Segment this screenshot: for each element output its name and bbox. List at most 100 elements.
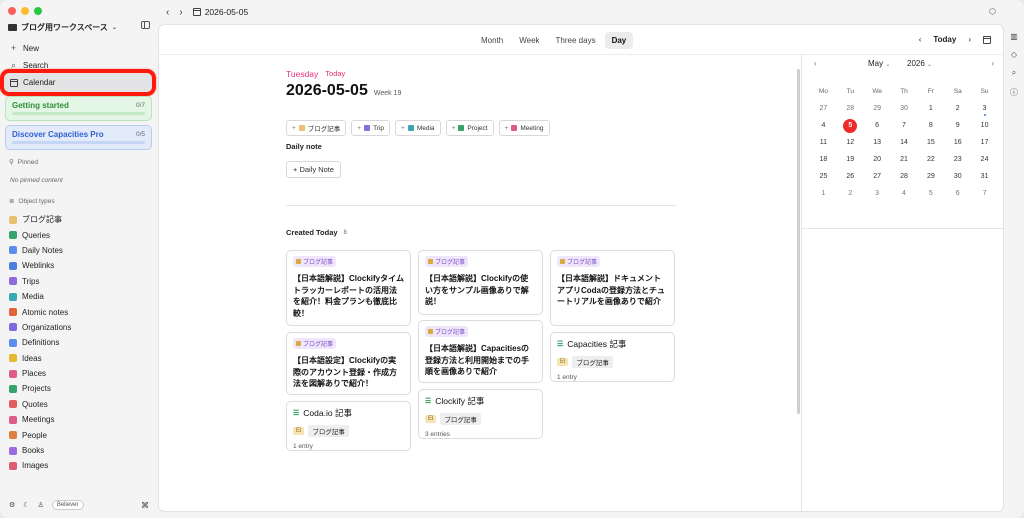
sidebar-item-object-type[interactable]: Books [9, 443, 71, 458]
create-object-chip[interactable]: + Media [395, 120, 441, 136]
day-cell[interactable]: 4 [891, 185, 918, 202]
sidebar-item-object-type[interactable]: Trips [9, 274, 71, 289]
object-card[interactable]: ブログ記事 【日本語解説】Clockifyタイムトラッカーレポートの活用法を紹介… [286, 250, 411, 326]
sidebar-item-object-type[interactable]: Ideas [9, 351, 71, 366]
day-cell[interactable]: 21 [891, 151, 918, 168]
day-cell[interactable]: 8 [917, 117, 944, 134]
day-cell[interactable]: 28 [891, 168, 918, 185]
day-cell[interactable]: 20 [864, 151, 891, 168]
sidebar-item-object-type[interactable]: Weblinks [9, 258, 71, 273]
object-card[interactable]: ブログ記事 【日本語設定】Clockifyの実際のアカウント登録・作成方法を図解… [286, 332, 411, 395]
day-cell[interactable]: 3 [971, 100, 998, 117]
day-cell[interactable]: 25 [810, 168, 837, 185]
command-icon[interactable]: ⌘ [141, 501, 149, 510]
day-cell[interactable]: 27 [810, 100, 837, 117]
search-icon[interactable]: ⌕ [1012, 68, 1016, 78]
object-card[interactable]: ブログ記事 【日本語解説】Capacitiesの登録方法と利用開始までの手順を画… [418, 320, 543, 383]
day-cell[interactable]: 3 [864, 185, 891, 202]
day-cell[interactable]: 30 [944, 168, 971, 185]
tab-day[interactable]: Day [604, 32, 634, 49]
day-cell[interactable]: 28 [837, 100, 864, 117]
create-object-chip[interactable]: + Trip [351, 120, 391, 136]
create-object-chip[interactable]: + ブログ記事 [286, 120, 347, 136]
prev-month-icon[interactable]: ‹ [814, 59, 817, 68]
discover-pro-card[interactable]: Discover Capacities Pro 0/5 [5, 125, 152, 150]
day-cell[interactable]: 15 [917, 134, 944, 151]
day-cell[interactable]: 7 [891, 117, 918, 134]
tag-icon[interactable]: ◇ [1011, 50, 1017, 59]
day-cell[interactable]: 6 [944, 185, 971, 202]
tab-week[interactable]: Week [512, 32, 546, 49]
create-object-chip[interactable]: + Project [445, 120, 494, 136]
getting-started-card[interactable]: Getting started 0/7 [5, 96, 152, 121]
day-cell[interactable]: 4 [810, 117, 837, 134]
day-cell[interactable]: 2 [837, 185, 864, 202]
forward-icon[interactable]: › [179, 7, 182, 18]
day-cell[interactable]: 7 [971, 185, 998, 202]
day-cell[interactable]: 24 [971, 151, 998, 168]
tab-three-days[interactable]: Three days [549, 32, 603, 49]
day-cell[interactable]: 14 [891, 134, 918, 151]
sidebar-item-object-type[interactable]: Projects [9, 381, 71, 396]
calendar-toggle-icon[interactable] [983, 35, 991, 44]
believer-badge[interactable]: Believer [51, 500, 84, 510]
day-cell[interactable]: 9 [944, 117, 971, 134]
sidebar-item-object-type[interactable]: Daily Notes [9, 243, 71, 258]
day-cell[interactable]: 11 [810, 134, 837, 151]
day-cell[interactable]: 22 [917, 151, 944, 168]
day-cell[interactable]: 29 [864, 100, 891, 117]
add-daily-note-button[interactable]: + Daily Note [286, 161, 342, 178]
sidebar-item-object-type[interactable]: Queries [9, 227, 71, 242]
day-cell[interactable]: 12 [837, 134, 864, 151]
sidebar-item-object-type[interactable]: Atomic notes [9, 304, 71, 319]
sidebar-item-object-type[interactable]: Definitions [9, 335, 71, 350]
sidebar-item-object-type[interactable]: ブログ記事 [9, 212, 71, 227]
day-cell[interactable]: 16 [944, 134, 971, 151]
workspace-switcher[interactable]: ブログ用ワークスペース ⌄ [8, 21, 150, 33]
sidebar-item-object-type[interactable]: Organizations [9, 320, 71, 335]
sidebar-item-object-type[interactable]: People [9, 427, 71, 442]
day-cell[interactable]: 29 [917, 168, 944, 185]
day-cell[interactable]: 5 [917, 185, 944, 202]
sidebar-item-object-type[interactable]: Places [9, 366, 71, 381]
day-cell[interactable]: 1 [810, 185, 837, 202]
day-cell[interactable]: 18 [810, 151, 837, 168]
day-cell[interactable]: 30 [891, 100, 918, 117]
day-cell[interactable]: 10 [971, 117, 998, 134]
day-cell[interactable]: 13 [864, 134, 891, 151]
layout-icon[interactable]: ▥ [1010, 32, 1018, 41]
info-icon[interactable]: ⓘ [1010, 87, 1018, 98]
back-icon[interactable]: ‹ [166, 7, 169, 18]
moon-icon[interactable]: ☾ [23, 501, 29, 509]
prev-day-icon[interactable]: ‹ [919, 35, 922, 44]
next-day-icon[interactable]: › [968, 35, 971, 44]
selected-day-cell[interactable]: 5 [837, 117, 864, 134]
sidebar-item-object-type[interactable]: Meetings [9, 412, 71, 427]
day-cell[interactable]: 2 [944, 100, 971, 117]
query-card[interactable]: ☰ Coda.io 記事 El ブログ記事 1 entry [286, 401, 411, 451]
day-cell[interactable]: 27 [864, 168, 891, 185]
user-icon[interactable]: ♙ [38, 501, 44, 509]
object-card[interactable]: ブログ記事 【日本語解説】ドキュメントアプリCodaの登録方法とチュートリアルを… [550, 250, 675, 326]
day-cell[interactable]: 6 [864, 117, 891, 134]
year-select[interactable]: 2026 ⌄ [907, 59, 932, 68]
next-month-icon[interactable]: › [991, 59, 994, 68]
sidebar-item-object-type[interactable]: Images [9, 458, 71, 473]
sidebar-item-object-type[interactable]: Media [9, 289, 71, 304]
new-button[interactable]: + New [9, 43, 39, 53]
scrollbar[interactable] [797, 69, 800, 414]
close-window-button[interactable] [8, 7, 16, 15]
sidebar-item-object-type[interactable]: Quotes [9, 397, 71, 412]
create-object-chip[interactable]: + Meeting [498, 120, 550, 136]
query-card[interactable]: ☰ Clockify 記事 El ブログ記事 3 entries [418, 389, 543, 439]
day-cell[interactable]: 26 [837, 168, 864, 185]
day-cell[interactable]: 31 [971, 168, 998, 185]
object-card[interactable]: ブログ記事 【日本語解説】Clockifyの使い方をサンプル画像ありで解説！ [418, 250, 543, 315]
sidebar-toggle-icon[interactable] [141, 21, 150, 29]
day-cell[interactable]: 19 [837, 151, 864, 168]
settings-icon[interactable]: ⚙ [9, 501, 15, 509]
month-select[interactable]: May ⌄ [868, 59, 890, 68]
maximize-window-button[interactable] [34, 7, 42, 15]
day-cell[interactable]: 1 [917, 100, 944, 117]
day-cell[interactable]: 17 [971, 134, 998, 151]
